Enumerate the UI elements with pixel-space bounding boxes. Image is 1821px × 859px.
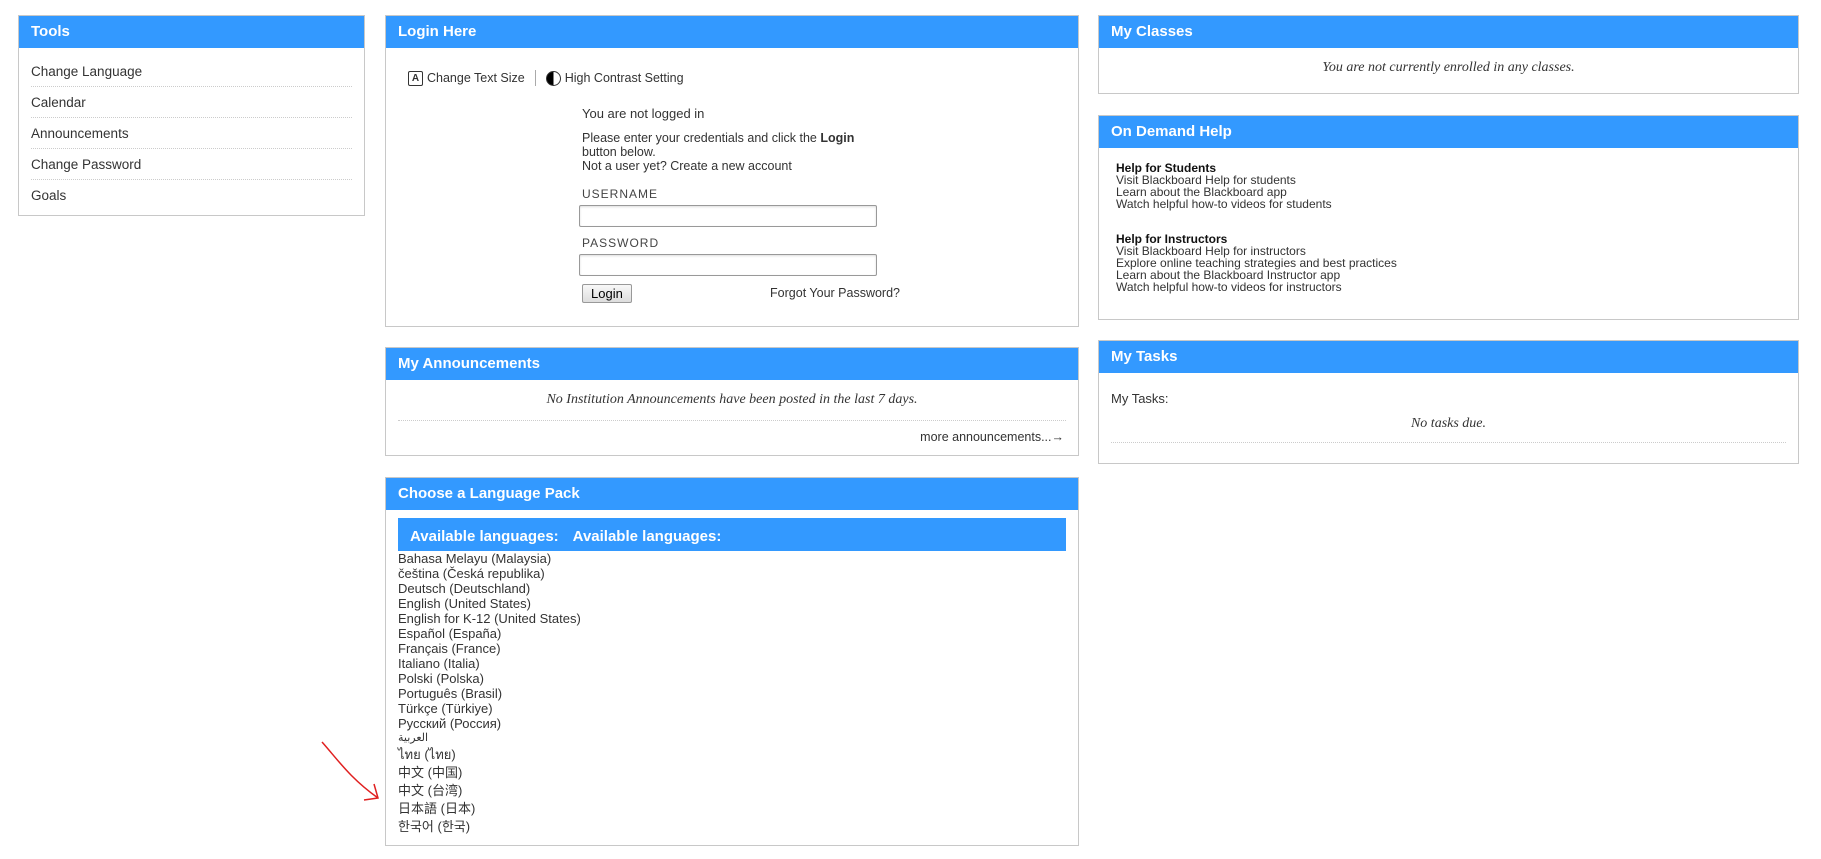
tools-panel: Tools Change Language Calendar Announcem… xyxy=(18,15,365,216)
language-item[interactable]: Türkçe (Türkiye) xyxy=(398,701,1078,716)
username-input[interactable] xyxy=(579,205,877,227)
language-item[interactable]: Bahasa Melayu (Malaysia) xyxy=(398,551,1078,566)
languages-header: Available languages: Available languages: xyxy=(398,518,1066,551)
contrast-icon[interactable]: C xyxy=(545,70,561,86)
login-status: You are not logged in xyxy=(582,106,705,121)
announcements-title: My Announcements xyxy=(386,348,1078,380)
change-text-size-link[interactable]: Change Text Size xyxy=(427,71,525,85)
language-item[interactable]: 中文 (中国) xyxy=(398,764,1078,782)
language-item[interactable]: Deutsch (Deutschland) xyxy=(398,581,1078,596)
login-panel: Login Here A Change Text Size C High Con… xyxy=(385,15,1079,327)
help-link[interactable]: Watch helpful how-to videos for students xyxy=(1116,198,1798,210)
more-announcements-link[interactable]: more announcements...→ xyxy=(920,430,1064,444)
create-account-link[interactable]: Not a user yet? Create a new account xyxy=(582,159,902,173)
forgot-password-link[interactable]: Forgot Your Password? xyxy=(770,286,900,300)
language-item[interactable]: ไทย (ไทย) xyxy=(398,746,1078,764)
tools-item-announcements[interactable]: Announcements xyxy=(31,118,352,149)
language-item[interactable]: Español (España) xyxy=(398,626,1078,641)
divider xyxy=(398,420,1066,421)
announcements-panel: My Announcements No Institution Announce… xyxy=(385,347,1079,456)
accessibility-bar: A Change Text Size C High Contrast Setti… xyxy=(408,70,684,86)
instructions-bold: Login xyxy=(820,131,855,145)
login-instructions: Please enter your credentials and click … xyxy=(582,131,902,145)
tools-item-label[interactable]: Goals xyxy=(31,188,66,203)
language-item[interactable]: English (United States) xyxy=(398,596,1078,611)
language-item[interactable]: čeština (Česká republika) xyxy=(398,566,1078,581)
login-actions: Login Forgot Your Password? xyxy=(582,284,902,306)
tools-item-label[interactable]: Calendar xyxy=(31,95,86,110)
tasks-panel: My Tasks My Tasks: No tasks due. xyxy=(1098,340,1799,464)
classes-panel: My Classes You are not currently enrolle… xyxy=(1098,15,1799,94)
tools-title: Tools xyxy=(19,16,364,48)
language-item[interactable]: 한국어 (한국) xyxy=(398,818,1078,836)
login-title: Login Here xyxy=(386,16,1078,48)
high-contrast-link[interactable]: High Contrast Setting xyxy=(565,71,684,85)
language-item[interactable]: Italiano (Italia) xyxy=(398,656,1078,671)
tools-list: Change Language Calendar Announcements C… xyxy=(19,48,364,210)
language-item[interactable]: Русский (Россия) xyxy=(398,716,1078,731)
annotation-arrow-icon xyxy=(321,741,379,801)
tools-item-label[interactable]: Change Password xyxy=(31,157,141,172)
password-label: PASSWORD xyxy=(582,236,660,250)
instructions-text: Please enter your credentials and click … xyxy=(582,131,821,145)
languages-header-1: Available languages: xyxy=(410,528,559,545)
announcements-message: No Institution Announcements have been p… xyxy=(546,392,918,407)
password-input[interactable] xyxy=(579,254,877,276)
language-item[interactable]: Français (France) xyxy=(398,641,1078,656)
tasks-label: My Tasks: xyxy=(1111,391,1169,406)
username-label: USERNAME xyxy=(582,187,659,201)
divider xyxy=(1111,442,1786,443)
login-instructions-2: button below. xyxy=(582,145,656,159)
tools-item-label[interactable]: Announcements xyxy=(31,126,129,141)
classes-message: You are not currently enrolled in any cl… xyxy=(1322,60,1575,75)
language-item[interactable]: العربية xyxy=(398,731,1078,746)
help-panel: On Demand Help Help for Students Visit B… xyxy=(1098,115,1799,320)
help-link[interactable]: Watch helpful how-to videos for instruct… xyxy=(1116,281,1798,293)
tools-item-calendar[interactable]: Calendar xyxy=(31,87,352,118)
language-item[interactable]: 日本語 (日本) xyxy=(398,800,1078,818)
languages-header-2: Available languages: xyxy=(572,528,722,545)
tools-item-change-language[interactable]: Change Language xyxy=(31,56,352,87)
language-item[interactable]: English for K-12 (United States) xyxy=(398,611,1078,626)
language-pack-title: Choose a Language Pack xyxy=(386,478,1078,510)
help-body: Help for Students Visit Blackboard Help … xyxy=(1099,148,1798,293)
tools-item-change-password[interactable]: Change Password xyxy=(31,149,352,180)
tasks-message: No tasks due. xyxy=(1410,416,1487,431)
text-size-icon[interactable]: A xyxy=(408,70,423,86)
language-item[interactable]: Polski (Polska) xyxy=(398,671,1078,686)
tasks-title: My Tasks xyxy=(1099,341,1798,373)
tools-item-label[interactable]: Change Language xyxy=(31,64,142,79)
language-item[interactable]: Português (Brasil) xyxy=(398,686,1078,701)
login-button[interactable]: Login xyxy=(582,284,632,303)
login-form: You are not logged in Please enter your … xyxy=(579,106,902,306)
classes-title: My Classes xyxy=(1099,16,1798,48)
help-title: On Demand Help xyxy=(1099,116,1798,148)
language-pack-panel: Choose a Language Pack Available languag… xyxy=(385,477,1079,846)
language-list: Bahasa Melayu (Malaysia) čeština (Česká … xyxy=(386,551,1078,836)
tools-item-goals[interactable]: Goals xyxy=(31,180,352,210)
divider xyxy=(534,70,536,86)
language-item[interactable]: 中文 (台湾) xyxy=(398,782,1078,800)
